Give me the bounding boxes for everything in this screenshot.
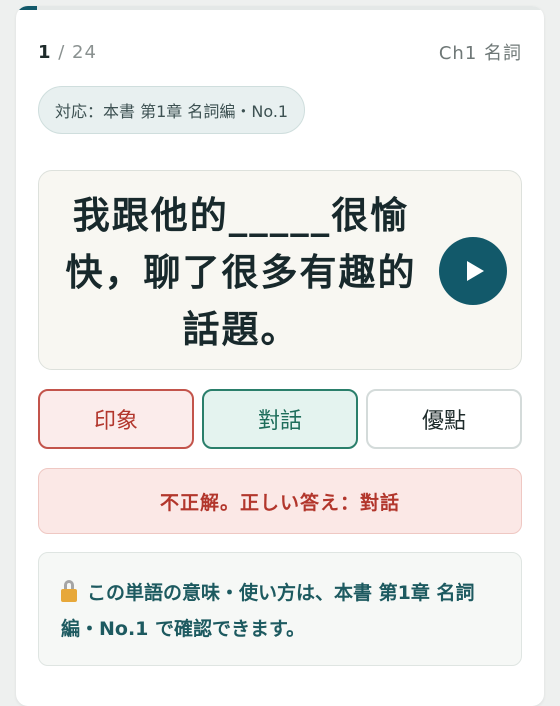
total-questions: 24 xyxy=(72,41,97,63)
quiz-header: 1 / 24 Ch1 名詞 xyxy=(38,40,522,65)
progress-fill xyxy=(16,6,38,10)
reference-chip: 対応：本書 第1章 名詞編・No.1 xyxy=(38,86,306,134)
answer-choices: 印象 對話 優點 xyxy=(38,389,522,449)
reference-note-text: この単語の意味・使い方は、本書 第1章 名詞編・No.1 で確認できます。 xyxy=(61,582,475,640)
progress-bar xyxy=(16,6,544,10)
reference-note: この単語の意味・使い方は、本書 第1章 名詞編・No.1 で確認できます。 xyxy=(38,552,522,666)
choice-button-1[interactable]: 印象 xyxy=(38,389,194,449)
question-box: 我跟他的_____很愉快，聊了很多有趣的話題。 xyxy=(38,170,522,370)
question-sentence: 我跟他的_____很愉快，聊了很多有趣的話題。 xyxy=(65,193,417,351)
chapter-tag: Ch1 名詞 xyxy=(438,43,522,64)
choice-button-3[interactable]: 優點 xyxy=(366,389,522,449)
result-feedback: 不正解。正しい答え：對話 xyxy=(38,468,522,534)
lock-icon xyxy=(61,580,77,602)
choice-button-2[interactable]: 對話 xyxy=(202,389,358,449)
counter-separator: / xyxy=(51,41,73,63)
current-question-number: 1 xyxy=(38,41,52,63)
quiz-card: 1 / 24 Ch1 名詞 対応：本書 第1章 名詞編・No.1 我跟他的___… xyxy=(16,6,544,706)
play-audio-button[interactable] xyxy=(439,237,507,305)
play-icon xyxy=(467,261,484,281)
question-counter: 1 / 24 xyxy=(38,42,97,63)
